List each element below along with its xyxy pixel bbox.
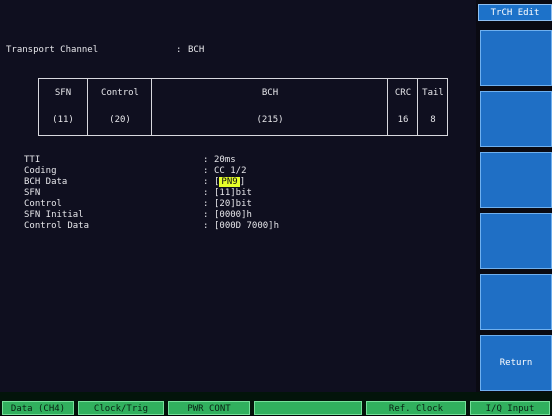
table-cell-bch: BCH (215) — [151, 79, 388, 135]
param-value-coding[interactable]: CC 1/2 — [214, 166, 247, 177]
ref-clock-button[interactable]: Ref. Clock — [366, 401, 466, 415]
param-colon-control-data: : — [203, 221, 209, 231]
transport-channel-label: Transport Channel — [6, 45, 99, 55]
table-header-tail: Tail — [422, 88, 444, 98]
param-value-bch-data[interactable]: [PN9] — [214, 177, 245, 188]
softkey-3[interactable] — [480, 152, 552, 208]
softkey-4[interactable] — [480, 213, 552, 269]
param-label-sfn-initial: SFN Initial — [24, 210, 84, 220]
softkey-panel-title: TrCH Edit — [478, 4, 552, 21]
param-colon-bch-data: : — [203, 177, 209, 187]
table-header-crc: CRC — [394, 88, 412, 98]
table-cell-control: Control (20) — [87, 79, 152, 135]
table-header-bch: BCH — [261, 88, 279, 98]
transport-channel-value: BCH — [188, 45, 205, 55]
softkey-5[interactable] — [480, 274, 552, 330]
frame-structure-table: SFN (11) Control (20) BCH (215) CRC 16 T… — [38, 78, 448, 136]
bch-data-bracket-right: ] — [239, 177, 246, 187]
param-colon-control: : — [203, 199, 209, 209]
table-cell-crc: CRC 16 — [387, 79, 418, 135]
table-cell-tail: Tail 8 — [417, 79, 448, 135]
param-value-control-data[interactable]: [000D 7000]h — [214, 221, 279, 232]
param-label-control: Control — [24, 199, 62, 209]
table-value-control: (20) — [109, 115, 131, 125]
blank-bottom-button[interactable] — [254, 401, 362, 415]
param-value-tti[interactable]: 20ms — [214, 155, 236, 166]
table-header-sfn: SFN — [54, 88, 72, 98]
param-colon-sfn-initial: : — [203, 210, 209, 220]
param-label-control-data: Control Data — [24, 221, 90, 231]
pwr-cont-button[interactable]: PWR CONT — [168, 401, 250, 415]
param-label-bch-data: BCH Data — [24, 177, 68, 187]
return-button[interactable]: Return — [480, 335, 552, 391]
table-header-control: Control — [101, 88, 139, 98]
param-label-tti: TTI — [24, 155, 41, 165]
param-label-sfn: SFN — [24, 188, 41, 198]
clock-trig-button[interactable]: Clock/Trig — [78, 401, 164, 415]
table-value-bch: (215) — [256, 115, 284, 125]
transport-channel-colon: : — [176, 45, 182, 55]
param-value-sfn-initial[interactable]: [0000]h — [214, 210, 252, 221]
bch-data-selected-value[interactable]: PN9 — [219, 177, 240, 187]
table-value-crc: 16 — [397, 115, 409, 125]
param-colon-sfn: : — [203, 188, 209, 198]
iq-input-button[interactable]: I/Q Input — [470, 401, 550, 415]
table-value-sfn: (11) — [52, 115, 74, 125]
param-value-sfn[interactable]: [11]bit — [214, 188, 252, 199]
table-cell-sfn: SFN (11) — [39, 79, 87, 135]
param-colon-tti: : — [203, 155, 209, 165]
param-value-control[interactable]: [20]bit — [214, 199, 252, 210]
softkey-2[interactable] — [480, 91, 552, 147]
data-ch4-button[interactable]: Data (CH4) — [2, 401, 74, 415]
table-value-tail: 8 — [430, 115, 436, 125]
param-colon-coding: : — [203, 166, 209, 176]
softkey-1[interactable] — [480, 30, 552, 86]
param-label-coding: Coding — [24, 166, 57, 176]
